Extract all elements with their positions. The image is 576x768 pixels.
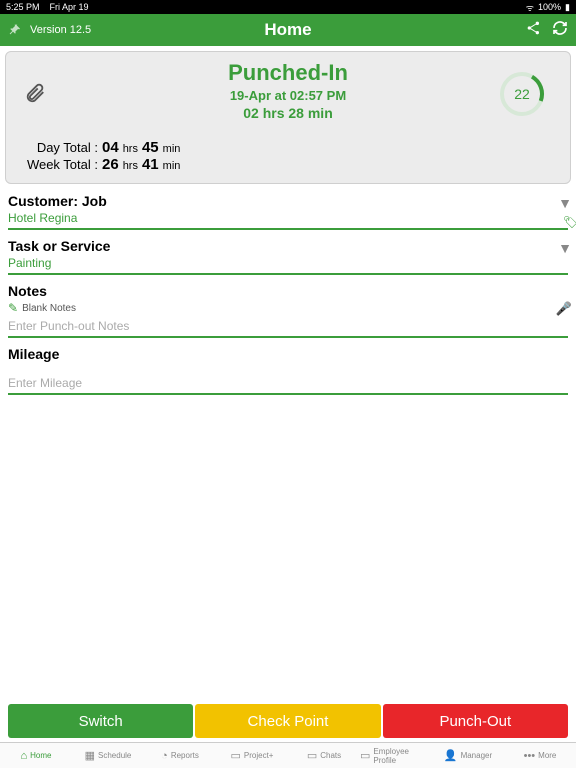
tab-schedule[interactable]: ▦Schedule — [72, 743, 144, 768]
tab-manager[interactable]: 👤Manager — [432, 743, 504, 768]
tag-icon[interactable]: 🏷 — [563, 215, 576, 229]
tab-profile[interactable]: ▭Employee Profile — [360, 743, 432, 768]
punch-datetime: 19-Apr at 02:57 PM — [18, 88, 558, 103]
task-value: Painting — [8, 254, 568, 275]
customer-value: Hotel Regina — [8, 209, 568, 230]
punch-out-button[interactable]: Punch-Out — [383, 704, 568, 738]
mileage-section: Mileage Enter Mileage — [0, 342, 576, 395]
tab-home[interactable]: ⌂Home — [0, 743, 72, 768]
chevron-down-icon[interactable]: ▼ — [558, 195, 572, 211]
wifi-icon: ᯤ — [526, 1, 534, 14]
ring-value: 22 — [498, 70, 546, 118]
status-time: 5:25 PM — [6, 2, 40, 12]
share-icon[interactable] — [526, 20, 542, 41]
blank-notes-text: Blank Notes — [22, 303, 76, 314]
day-total-label: Day Total : — [18, 140, 98, 155]
notes-input[interactable]: Enter Punch-out Notes — [8, 317, 568, 338]
check-point-button[interactable]: Check Point — [195, 704, 380, 738]
calendar-icon: ▦ — [85, 749, 95, 762]
version-label: Version 12.5 — [30, 24, 91, 36]
bottom-tab-bar: ⌂Home ▦Schedule ◔Reports ▭Project+ ▭Chat… — [0, 742, 576, 768]
tab-chats[interactable]: ▭Chats — [288, 743, 360, 768]
progress-ring: 22 — [498, 70, 546, 118]
action-buttons: Switch Check Point Punch-Out — [8, 704, 568, 738]
attachment-icon[interactable] — [24, 82, 46, 110]
profile-icon: ▭ — [360, 749, 370, 762]
tab-project[interactable]: ▭Project+ — [216, 743, 288, 768]
mileage-input[interactable]: Enter Mileage — [8, 374, 568, 395]
punch-status-card: Punched-In 19-Apr at 02:57 PM 02 hrs 28 … — [5, 51, 571, 184]
switch-button[interactable]: Switch — [8, 704, 193, 738]
folder-icon: ▭ — [231, 749, 241, 762]
home-icon: ⌂ — [21, 750, 28, 762]
device-status-bar: 5:25 PM Fri Apr 19 ᯤ 100% ▮ — [0, 0, 576, 14]
chat-icon: ▭ — [307, 749, 317, 762]
punch-status-title: Punched-In — [18, 60, 558, 86]
totals-block: Day Total : 04 hrs 45 min Week Total : 2… — [18, 139, 558, 173]
chart-icon: ◔ — [161, 750, 168, 762]
pin-icon[interactable] — [8, 22, 24, 38]
day-hrs: 04 — [102, 139, 119, 156]
notes-section: Notes ✎ Blank Notes 🎤 Enter Punch-out No… — [0, 279, 576, 338]
status-date: Fri Apr 19 — [50, 2, 89, 12]
customer-section[interactable]: Customer: Job ▼ Hotel Regina 🏷 — [0, 189, 576, 230]
notes-label: Notes — [8, 279, 568, 299]
punch-duration: 02 hrs 28 min — [18, 105, 558, 121]
customer-label: Customer: Job — [8, 189, 568, 209]
week-total-label: Week Total : — [18, 157, 98, 172]
microphone-icon[interactable]: 🎤 — [556, 301, 572, 317]
tab-more[interactable]: •••More — [504, 743, 576, 768]
battery-percent: 100% — [538, 2, 561, 12]
task-label: Task or Service — [8, 234, 568, 254]
more-icon: ••• — [524, 750, 536, 762]
mileage-label: Mileage — [8, 342, 568, 362]
tab-reports[interactable]: ◔Reports — [144, 743, 216, 768]
refresh-icon[interactable] — [552, 20, 568, 41]
week-min: 41 — [142, 156, 159, 173]
chevron-down-icon[interactable]: ▼ — [558, 240, 572, 256]
person-icon: 👤 — [444, 749, 458, 762]
app-header: Version 12.5 Home — [0, 14, 576, 46]
task-section[interactable]: Task or Service ▼ Painting — [0, 234, 576, 275]
day-min: 45 — [142, 139, 159, 156]
battery-icon: ▮ — [565, 2, 570, 13]
week-hrs: 26 — [102, 156, 119, 173]
pencil-icon[interactable]: ✎ — [8, 301, 18, 315]
